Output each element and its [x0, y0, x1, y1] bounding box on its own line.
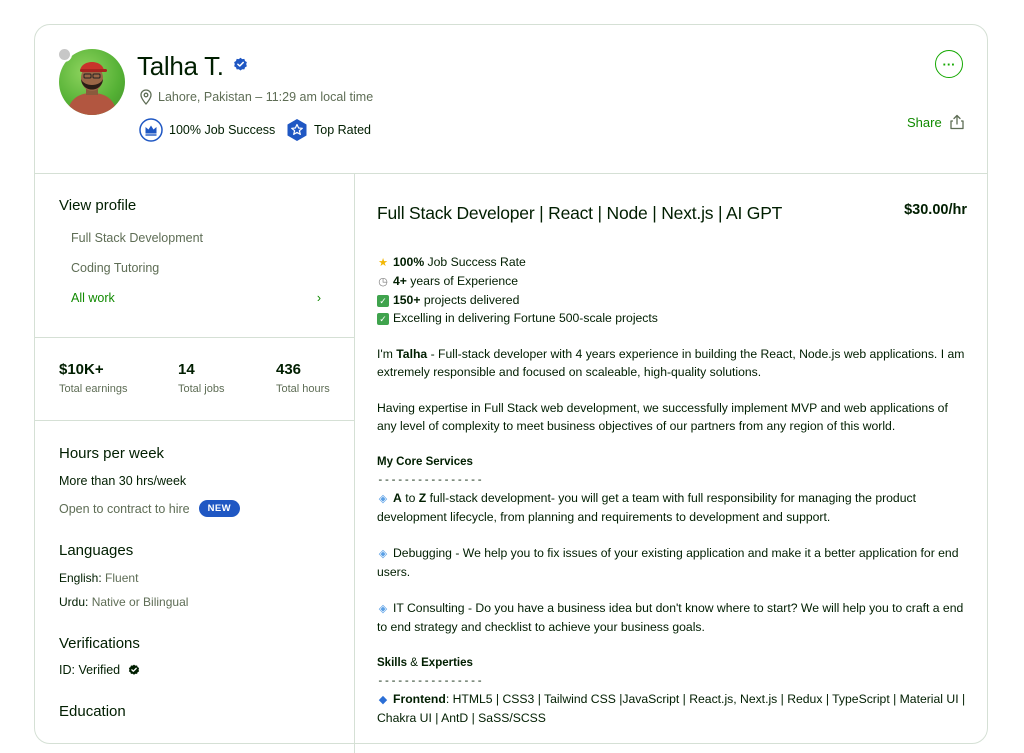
diamond-emoji-icon: ◈: [378, 493, 388, 505]
sidebar-item-coding-tutoring[interactable]: Coding Tutoring: [71, 261, 159, 275]
stat-jobs: 14 Total jobs: [178, 361, 224, 395]
profile-header: Talha T. Lahore, Pakistan – 11:29 am loc…: [35, 25, 987, 174]
language-level: Native or Bilingual: [91, 595, 189, 609]
open-to-contract: Open to contract to hire NEW: [59, 500, 241, 517]
all-work-label: All work: [71, 291, 115, 305]
crown-icon: [139, 118, 163, 142]
hourly-rate: $30.00/hr: [904, 202, 967, 218]
online-status-dot: [57, 47, 72, 62]
share-label: Share: [907, 114, 942, 130]
check-emoji-icon: ✓: [377, 295, 389, 307]
id-verified-label: ID: Verified: [59, 663, 121, 677]
stat-label: Total jobs: [178, 383, 225, 395]
stat-hours: 436 Total hours: [276, 361, 330, 395]
open-contract-label: Open to contract to hire: [59, 501, 190, 516]
freelancer-name: Talha T.: [137, 51, 224, 81]
highlight-line: ✓ Excelling in delivering Fortune 500-sca…: [377, 309, 967, 327]
stat-value: 14: [178, 361, 195, 378]
share-icon: [950, 114, 964, 130]
verified-badge-icon: [234, 57, 247, 71]
sidebar-item-all-work[interactable]: All work ›: [71, 291, 321, 305]
highlight-line: ◷ 4+ years of Experience: [377, 272, 967, 291]
sidebar-divider: [35, 337, 354, 338]
more-options-button[interactable]: ···: [935, 50, 963, 78]
stat-label: Total earnings: [59, 383, 128, 395]
diamond-emoji-icon: ◈: [378, 603, 388, 615]
skills-frontend: ◆ Frontend: HTML5 | CSS3 | Tailwind CSS |…: [377, 692, 966, 725]
blue-diamond-icon: ◆: [378, 694, 388, 706]
clock-emoji-icon: ◷: [378, 276, 388, 288]
stat-earnings: $10K+ Total earnings: [59, 361, 128, 395]
profile-card: Talha T. Lahore, Pakistan – 11:29 am loc…: [34, 24, 988, 753]
chevron-right-icon: ›: [316, 291, 321, 305]
highlight-line: ✓ 150+ projects delivered: [377, 291, 967, 309]
avatar[interactable]: [57, 47, 125, 115]
diamond-emoji-icon: ◈: [378, 548, 388, 560]
highlight-line: ★ 100% Job Success Rate: [377, 253, 967, 272]
language-level: Fluent: [105, 571, 139, 585]
separator: ----------------: [377, 674, 483, 687]
verified-check-icon: [129, 664, 140, 675]
core-service-item: ◈ A to Z full-stack development- you will…: [377, 491, 916, 524]
hours-per-week-title: Hours per week: [59, 445, 165, 462]
location-time: Lahore, Pakistan – 11:29 am local time: [158, 90, 374, 104]
verifications-title: Verifications: [59, 635, 140, 652]
top-rated-icon: [287, 119, 307, 141]
skills-heading: Skills & Experties: [377, 657, 473, 669]
expertise-paragraph: Having expertise in Full Stack web devel…: [377, 401, 948, 433]
profile-title: Full Stack Developer | React | Node | Ne…: [377, 203, 783, 223]
separator: ----------------: [377, 473, 483, 486]
profile-overview: ★ 100% Job Success Rate ◷ 4+ years of Expe…: [377, 253, 967, 727]
core-service-item: ◈ IT Consulting - Do you have a business …: [377, 601, 964, 634]
id-verification: ID: Verified: [59, 663, 140, 677]
language-name: Urdu:: [59, 595, 89, 609]
share-button[interactable]: Share: [907, 114, 965, 130]
stat-value: $10K+: [59, 361, 104, 378]
language-urdu: Urdu: Native or Bilingual: [59, 595, 188, 609]
star-emoji-icon: ★: [378, 257, 388, 269]
sidebar-divider: [35, 420, 354, 421]
core-service-item: ◈ Debugging - We help you to fix issues o…: [377, 546, 959, 579]
intro-paragraph: I'm Talha - Full-stack developer with 4 …: [377, 347, 965, 379]
location-pin-icon: [140, 89, 152, 105]
ellipsis-icon: ···: [942, 56, 956, 72]
job-success-badge: 100% Job Success: [139, 118, 275, 142]
top-rated-badge: Top Rated: [286, 118, 371, 142]
top-rated-label: Top Rated: [314, 123, 371, 137]
languages-title: Languages: [59, 542, 134, 559]
stat-label: Total hours: [276, 383, 330, 395]
stat-value: 436: [276, 361, 302, 378]
job-success-label: 100% Job Success: [169, 123, 276, 137]
language-english: English: Fluent: [59, 571, 138, 585]
check-emoji-icon: ✓: [377, 313, 389, 325]
hours-per-week-value: More than 30 hrs/week: [59, 474, 187, 488]
profile-sidebar: View profile Full Stack Development Codi…: [35, 173, 355, 753]
language-name: English:: [59, 571, 102, 585]
core-services-heading: My Core Services: [377, 456, 473, 468]
sidebar-item-full-stack[interactable]: Full Stack Development: [71, 231, 203, 245]
new-badge: NEW: [198, 500, 241, 517]
view-profile-title: View profile: [59, 197, 137, 214]
